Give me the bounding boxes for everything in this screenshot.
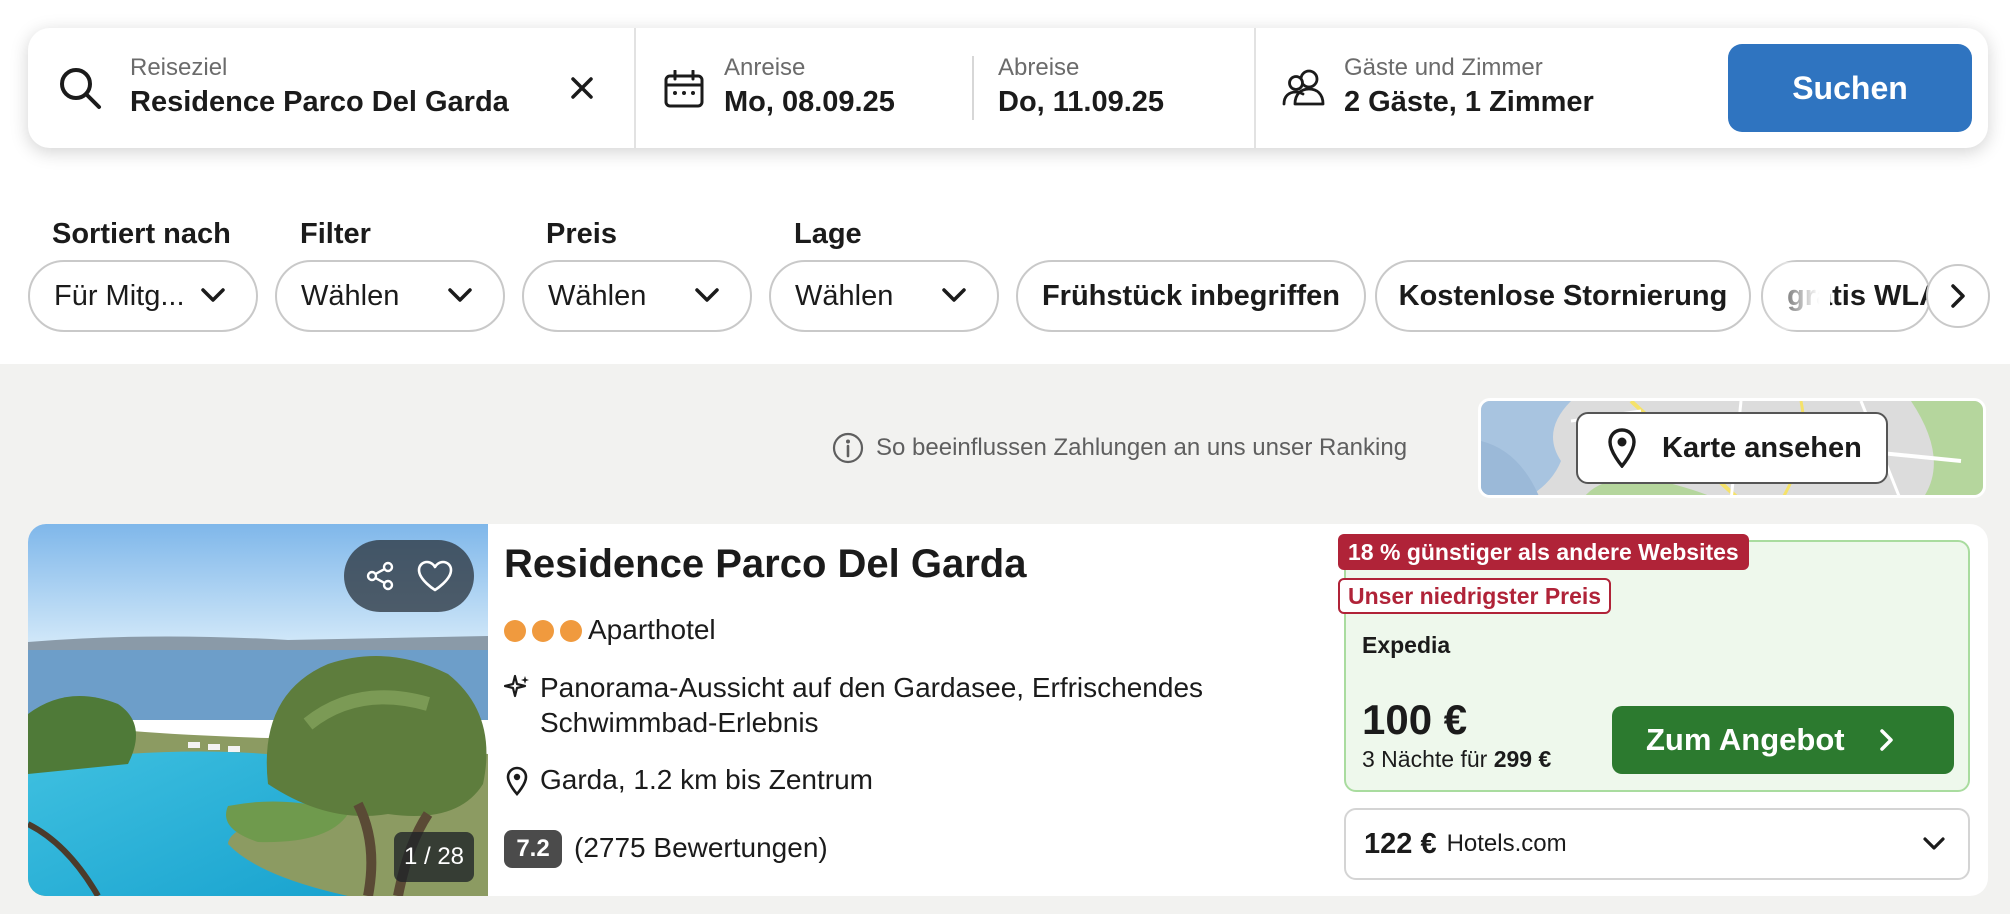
hotel-highlights: Panorama-Aussicht auf den Gardasee, Erfr… [540,672,1204,738]
chevron-down-icon [695,288,719,302]
hotel-name[interactable]: Residence Parco Del Garda [504,542,1026,587]
deal-provider: Expedia [1362,632,1451,658]
alternative-offer[interactable]: 122 € Hotels.com [1344,808,1970,880]
reviews-count[interactable]: (2775 Bewertungen) [574,832,828,864]
share-icon[interactable] [364,560,396,592]
sparkle-icon [504,674,529,698]
deal-total-price: 299 € [1493,746,1552,772]
location-dropdown[interactable]: Wählen [769,260,999,332]
sort-label: Sortiert nach [52,218,231,250]
lowest-price-badge: Unser niedrigster Preis [1338,578,1612,614]
price-label: Preis [546,218,617,250]
alt-offer-price: 122 € [1364,827,1437,860]
chevron-down-icon [1923,837,1945,850]
star-rating [504,620,582,642]
divider [972,56,974,120]
deal-price: 100 € [1362,696,1468,743]
star-icon [560,620,582,642]
sort-value: Für Mitg... [54,279,185,312]
heart-icon[interactable] [416,559,454,593]
destination-input[interactable]: Residence Parco Del Garda [130,86,509,119]
destination-label: Reiseziel [130,54,228,81]
guests-label: Gäste und Zimmer [1344,54,1543,81]
hotel-location: Garda, 1.2 km bis Zentrum [540,764,874,795]
search-icon [60,68,101,109]
photo-actions [344,540,474,612]
guests-icon [1282,69,1325,106]
filter-label: Filter [300,218,371,250]
ranking-info-link[interactable]: So beeinflussen Zahlungen an uns unser R… [832,432,1407,464]
chip-free-cancellation[interactable]: Kostenlose Stornierung [1375,260,1751,332]
star-icon [504,620,526,642]
chevron-down-icon [942,288,966,302]
rating-badge: 7.2 [504,830,562,868]
view-deal-button[interactable]: Zum Angebot [1612,706,1954,774]
deal-total-prefix: 3 Nächte für [1362,746,1488,772]
view-map-label: Karte ansehen [1662,431,1862,464]
alt-offer-provider: Hotels.com [1446,830,1567,857]
hotel-card[interactable]: 1 / 28 Residence Parco Del Garda Apartho… [28,524,1988,896]
guests-field[interactable]: 2 Gäste, 1 Zimmer [1344,86,1594,119]
deal-total: 3 Nächte für 299 € [1362,746,1551,773]
clear-icon[interactable] [570,76,594,100]
view-map-button[interactable]: Karte ansehen [1576,412,1888,484]
chevron-right-icon [1951,284,1965,308]
location-label: Lage [794,218,862,250]
chip-fade [1760,262,1830,330]
checkout-field[interactable]: Do, 11.09.25 [998,86,1164,119]
search-bar: Reiseziel Residence Parco Del Garda Anre… [28,28,1988,148]
chevron-right-icon [1879,729,1893,751]
checkout-label: Abreise [998,54,1080,81]
checkin-field[interactable]: Mo, 08.09.25 [724,86,895,119]
location-value: Wählen [795,279,894,312]
divider [1254,28,1256,148]
view-deal-label: Zum Angebot [1646,722,1845,757]
price-value: Wählen [548,279,647,312]
location-pin-icon [506,766,528,796]
scroll-right-button[interactable] [1926,264,1990,328]
checkin-label: Anreise [724,54,806,81]
chevron-down-icon [448,288,472,302]
calendar-icon [664,70,704,108]
price-dropdown[interactable]: Wählen [522,260,752,332]
location-pin-icon [1608,428,1636,468]
sort-dropdown[interactable]: Für Mitg... [28,260,258,332]
star-icon [532,620,554,642]
savings-badge: 18 % günstiger als andere Websites [1338,534,1749,570]
hotel-type: Aparthotel [588,614,716,645]
divider [634,28,636,148]
chevron-down-icon [201,288,225,302]
search-button[interactable]: Suchen [1728,44,1972,132]
chip-breakfast[interactable]: Frühstück inbegriffen [1016,260,1366,332]
filter-dropdown[interactable]: Wählen [275,260,505,332]
info-icon [832,432,864,464]
hotel-photo[interactable]: 1 / 28 [28,524,488,896]
filter-value: Wählen [301,279,400,312]
photo-counter: 1 / 28 [394,832,474,882]
ranking-note-text: So beeinflussen Zahlungen an uns unser R… [876,434,1408,461]
